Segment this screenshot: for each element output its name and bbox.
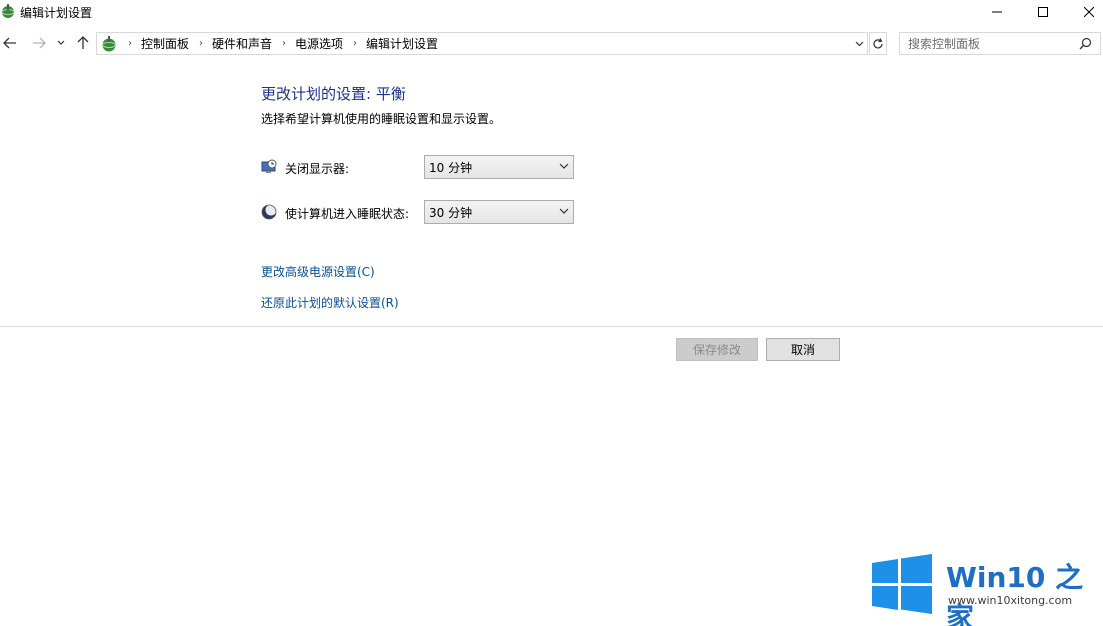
address-dropdown-button[interactable] (851, 33, 867, 54)
maximize-button[interactable] (1020, 0, 1066, 24)
arrow-right-icon (33, 37, 46, 49)
chevron-right-icon[interactable]: › (199, 38, 203, 49)
address-bar[interactable]: › 控制面板 › 硬件和声音 › 电源选项 › 编辑计划设置 (96, 32, 868, 55)
breadcrumb-control-panel[interactable]: 控制面板 (141, 35, 189, 52)
sleep-select[interactable]: 30 分钟 (424, 200, 574, 224)
arrow-left-icon (3, 37, 16, 49)
minimize-icon (992, 11, 1002, 13)
up-button[interactable] (73, 33, 93, 53)
search-box[interactable] (899, 32, 1101, 55)
close-button[interactable] (1066, 0, 1103, 24)
restore-defaults-link[interactable]: 还原此计划的默认设置(R) (261, 294, 399, 311)
cancel-button[interactable]: 取消 (766, 338, 840, 361)
breadcrumb-hardware-sound[interactable]: 硬件和声音 (212, 35, 272, 52)
sleep-value: 30 分钟 (429, 205, 473, 220)
monitor-clock-icon (261, 159, 277, 173)
divider (0, 326, 1103, 327)
maximize-icon (1038, 7, 1048, 17)
chevron-right-icon[interactable]: › (282, 38, 286, 49)
navigation-bar: › 控制面板 › 硬件和声音 › 电源选项 › 编辑计划设置 (0, 31, 1103, 56)
window-title: 编辑计划设置 (20, 6, 93, 20)
breadcrumb: › 控制面板 › 硬件和声音 › 电源选项 › 编辑计划设置 (118, 35, 438, 52)
chevron-right-icon: › (128, 38, 132, 49)
sleep-setting: 使计算机进入睡眠状态: 30 分钟 (261, 200, 581, 224)
back-button[interactable] (0, 33, 20, 53)
breadcrumb-edit-plan[interactable]: 编辑计划设置 (366, 35, 438, 52)
chevron-right-icon[interactable]: › (353, 38, 357, 49)
windows-logo-icon (872, 554, 932, 614)
advanced-power-settings-link[interactable]: 更改高级电源设置(C) (261, 263, 375, 280)
page-description: 选择希望计算机使用的睡眠设置和显示设置。 (261, 112, 502, 126)
search-icon[interactable] (1079, 37, 1092, 50)
chevron-down-icon (855, 41, 863, 46)
power-options-icon (1, 4, 15, 18)
close-icon (1084, 7, 1094, 17)
breadcrumb-power-options[interactable]: 电源选项 (295, 35, 343, 52)
chevron-down-icon (559, 208, 569, 214)
refresh-button[interactable] (869, 32, 887, 55)
watermark: Win10 之家 www.win10xitong.com (872, 554, 1102, 626)
page-title: 更改计划的设置: 平衡 (261, 85, 406, 103)
chevron-down-icon (559, 163, 569, 169)
recent-locations-button[interactable] (54, 33, 68, 53)
search-input[interactable] (908, 36, 1078, 51)
watermark-brand: Win10 之家 (946, 561, 1084, 626)
control-panel-icon (102, 35, 116, 51)
title-bar: 编辑计划设置 (0, 0, 1103, 24)
arrow-up-icon (77, 36, 89, 49)
save-button[interactable]: 保存修改 (676, 338, 758, 361)
refresh-icon (873, 37, 883, 48)
display-off-select[interactable]: 10 分钟 (424, 155, 574, 179)
sleep-label: 使计算机进入睡眠状态: (285, 207, 410, 221)
display-off-setting: 关闭显示器: 10 分钟 (261, 155, 581, 179)
forward-button[interactable] (29, 33, 49, 53)
moon-icon (261, 204, 277, 220)
minimize-button[interactable] (974, 0, 1020, 24)
watermark-url: www.win10xitong.com (948, 594, 1073, 607)
chevron-down-icon (57, 40, 65, 45)
display-off-value: 10 分钟 (429, 160, 473, 175)
display-off-label: 关闭显示器: (285, 162, 350, 176)
